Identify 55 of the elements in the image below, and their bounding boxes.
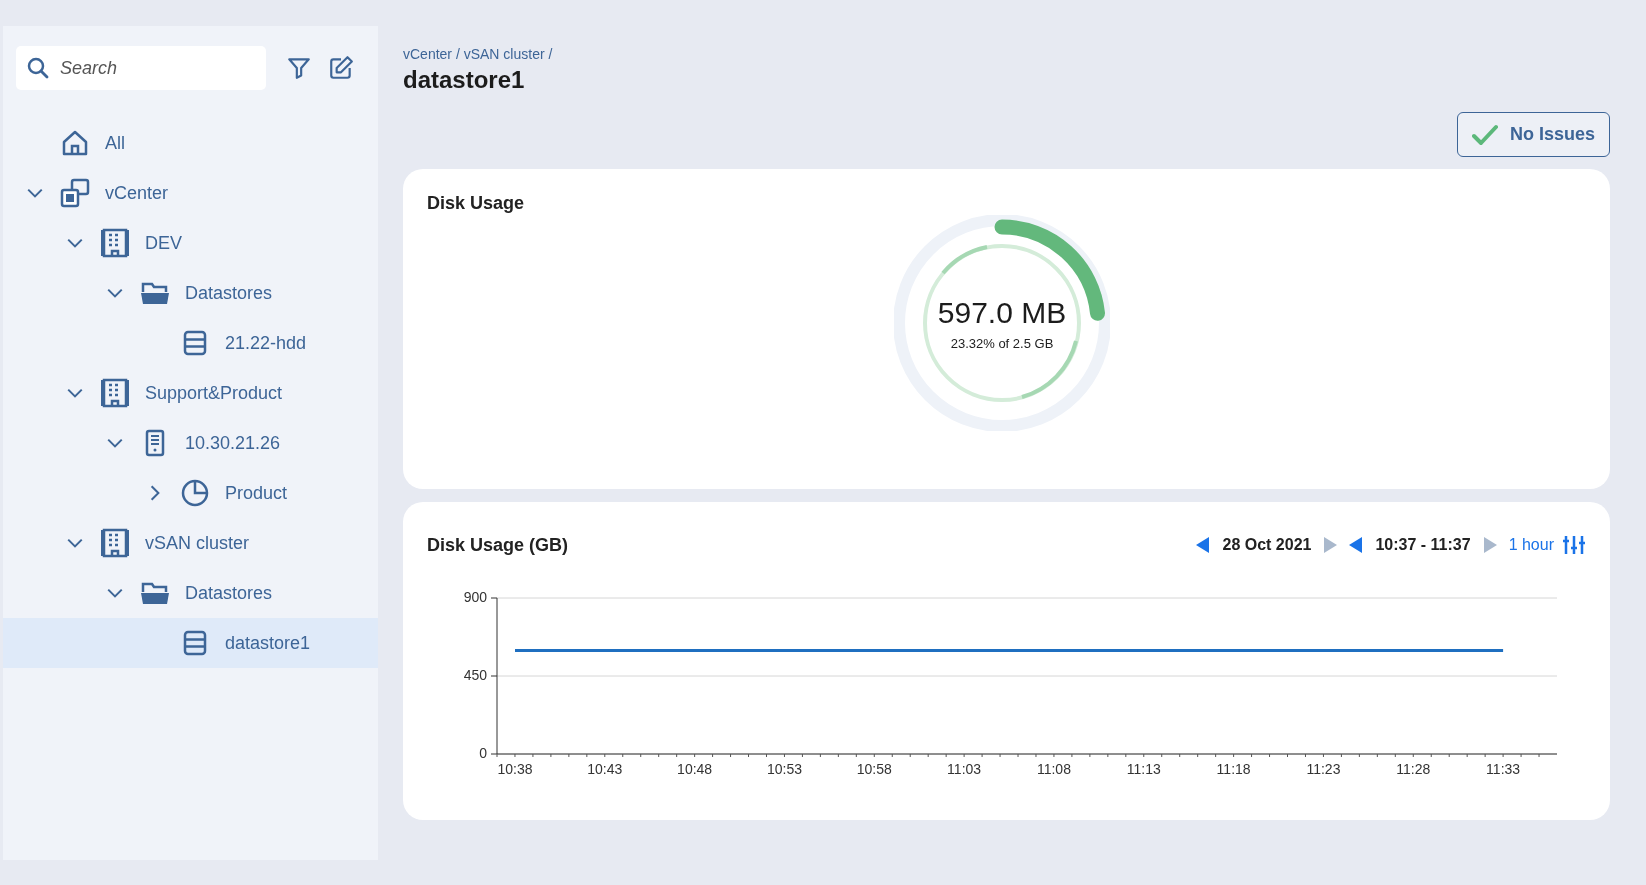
interval-link[interactable]: 1 hour [1508, 536, 1554, 554]
x-tick-label: 10:53 [766, 761, 802, 777]
x-tick-label: 11:33 [1486, 761, 1521, 777]
y-tick-label: 0 [479, 745, 487, 761]
page-title: datastore1 [403, 66, 526, 94]
x-tick-label: 11:28 [1396, 761, 1431, 777]
status-button[interactable]: No Issues [1456, 112, 1610, 157]
breadcrumb[interactable]: vCenter / vSAN cluster / [403, 46, 1610, 62]
tree-item[interactable]: Product [3, 468, 378, 518]
card-title: Disk Usage [427, 193, 526, 214]
building-icon [101, 228, 129, 258]
database-icon [183, 629, 207, 657]
pie-chart-icon [180, 478, 210, 508]
folder-icon [140, 280, 170, 306]
building-icon [101, 528, 129, 558]
usage-caption: 23.32% of 2.5 GB [950, 335, 1054, 351]
stacked-squares-icon [60, 178, 90, 208]
date-value: 28 Oct 2021 [1222, 536, 1312, 554]
y-tick-label: 450 [463, 667, 487, 683]
tree-item[interactable]: 21.22-hdd [3, 318, 378, 368]
tree-item[interactable]: datastore1 [3, 618, 378, 668]
tree-item[interactable]: All [3, 118, 378, 168]
x-tick-label: 10:38 [497, 761, 533, 777]
sliders-icon[interactable] [1562, 534, 1586, 556]
x-tick-label: 10:58 [856, 761, 892, 777]
home-icon [61, 129, 89, 157]
previous-icon[interactable] [1349, 537, 1364, 553]
edit-icon[interactable] [328, 55, 354, 81]
y-tick-label: 900 [463, 589, 487, 605]
checkmark-icon [1471, 123, 1498, 146]
database-icon [183, 329, 207, 357]
tree-item[interactable]: Datastores [3, 268, 378, 318]
filter-icon[interactable] [286, 55, 312, 81]
tree-item[interactable]: vCenter [3, 168, 378, 218]
tree-item[interactable]: DEV [3, 218, 378, 268]
search-icon [26, 56, 50, 80]
tree-item[interactable]: Support&Product [3, 368, 378, 418]
x-tick-label: 11:08 [1036, 761, 1071, 777]
building-icon [101, 378, 129, 408]
folder-icon [140, 580, 170, 606]
time-range: 10:37 - 11:37 [1375, 536, 1471, 554]
previous-icon[interactable] [1196, 537, 1211, 553]
x-tick-label: 10:48 [677, 761, 713, 777]
search-field[interactable]: Search [16, 46, 266, 90]
tree-item[interactable]: 10.30.21.26 [3, 418, 378, 468]
tree-item[interactable]: vSAN cluster [3, 518, 378, 568]
usage-value: 597.0 MB [937, 295, 1067, 330]
x-tick-label: 11:03 [947, 761, 982, 777]
server-icon [144, 429, 166, 457]
tree-item[interactable]: Datastores [3, 568, 378, 618]
x-tick-label: 10:43 [587, 761, 623, 777]
card-title: Disk Usage (GB) [427, 534, 569, 556]
x-tick-label: 11:18 [1216, 761, 1251, 777]
x-tick-label: 11:23 [1306, 761, 1341, 777]
x-tick-label: 11:13 [1126, 761, 1161, 777]
